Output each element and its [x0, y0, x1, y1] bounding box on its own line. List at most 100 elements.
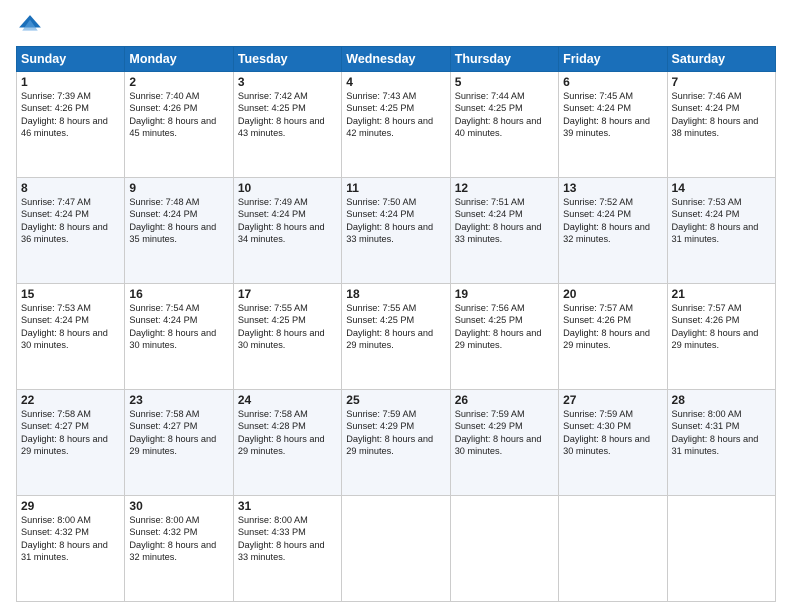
calendar-cell: 28Sunrise: 8:00 AMSunset: 4:31 PMDayligh… [667, 390, 775, 496]
calendar-cell: 8Sunrise: 7:47 AMSunset: 4:24 PMDaylight… [17, 178, 125, 284]
cell-info: Sunrise: 7:39 AMSunset: 4:26 PMDaylight:… [21, 90, 120, 140]
calendar-table: SundayMondayTuesdayWednesdayThursdayFrid… [16, 46, 776, 602]
calendar-cell: 7Sunrise: 7:46 AMSunset: 4:24 PMDaylight… [667, 72, 775, 178]
day-header-saturday: Saturday [667, 47, 775, 72]
day-number: 11 [346, 181, 445, 195]
calendar-cell: 21Sunrise: 7:57 AMSunset: 4:26 PMDayligh… [667, 284, 775, 390]
cell-info: Sunrise: 7:58 AMSunset: 4:27 PMDaylight:… [21, 408, 120, 458]
day-number: 28 [672, 393, 771, 407]
cell-info: Sunrise: 7:48 AMSunset: 4:24 PMDaylight:… [129, 196, 228, 246]
cell-info: Sunrise: 7:46 AMSunset: 4:24 PMDaylight:… [672, 90, 771, 140]
logo-icon [16, 12, 44, 40]
calendar-cell: 10Sunrise: 7:49 AMSunset: 4:24 PMDayligh… [233, 178, 341, 284]
page: SundayMondayTuesdayWednesdayThursdayFrid… [0, 0, 792, 612]
day-number: 23 [129, 393, 228, 407]
day-number: 12 [455, 181, 554, 195]
day-number: 26 [455, 393, 554, 407]
day-number: 18 [346, 287, 445, 301]
cell-info: Sunrise: 7:40 AMSunset: 4:26 PMDaylight:… [129, 90, 228, 140]
header [16, 12, 776, 40]
calendar-cell: 30Sunrise: 8:00 AMSunset: 4:32 PMDayligh… [125, 496, 233, 602]
calendar-cell: 25Sunrise: 7:59 AMSunset: 4:29 PMDayligh… [342, 390, 450, 496]
day-number: 13 [563, 181, 662, 195]
calendar-cell: 4Sunrise: 7:43 AMSunset: 4:25 PMDaylight… [342, 72, 450, 178]
calendar-cell: 15Sunrise: 7:53 AMSunset: 4:24 PMDayligh… [17, 284, 125, 390]
week-row-1: 1Sunrise: 7:39 AMSunset: 4:26 PMDaylight… [17, 72, 776, 178]
cell-info: Sunrise: 7:52 AMSunset: 4:24 PMDaylight:… [563, 196, 662, 246]
calendar-cell: 23Sunrise: 7:58 AMSunset: 4:27 PMDayligh… [125, 390, 233, 496]
day-header-tuesday: Tuesday [233, 47, 341, 72]
day-number: 17 [238, 287, 337, 301]
week-row-2: 8Sunrise: 7:47 AMSunset: 4:24 PMDaylight… [17, 178, 776, 284]
day-number: 24 [238, 393, 337, 407]
calendar-cell: 22Sunrise: 7:58 AMSunset: 4:27 PMDayligh… [17, 390, 125, 496]
day-number: 2 [129, 75, 228, 89]
cell-info: Sunrise: 7:43 AMSunset: 4:25 PMDaylight:… [346, 90, 445, 140]
cell-info: Sunrise: 7:44 AMSunset: 4:25 PMDaylight:… [455, 90, 554, 140]
calendar-cell: 3Sunrise: 7:42 AMSunset: 4:25 PMDaylight… [233, 72, 341, 178]
calendar-cell: 12Sunrise: 7:51 AMSunset: 4:24 PMDayligh… [450, 178, 558, 284]
calendar-cell: 31Sunrise: 8:00 AMSunset: 4:33 PMDayligh… [233, 496, 341, 602]
day-number: 6 [563, 75, 662, 89]
calendar-cell: 26Sunrise: 7:59 AMSunset: 4:29 PMDayligh… [450, 390, 558, 496]
week-row-5: 29Sunrise: 8:00 AMSunset: 4:32 PMDayligh… [17, 496, 776, 602]
calendar-cell: 29Sunrise: 8:00 AMSunset: 4:32 PMDayligh… [17, 496, 125, 602]
day-number: 9 [129, 181, 228, 195]
calendar-cell: 5Sunrise: 7:44 AMSunset: 4:25 PMDaylight… [450, 72, 558, 178]
day-number: 8 [21, 181, 120, 195]
day-header-sunday: Sunday [17, 47, 125, 72]
calendar-cell: 17Sunrise: 7:55 AMSunset: 4:25 PMDayligh… [233, 284, 341, 390]
cell-info: Sunrise: 8:00 AMSunset: 4:33 PMDaylight:… [238, 514, 337, 564]
day-number: 21 [672, 287, 771, 301]
day-number: 19 [455, 287, 554, 301]
cell-info: Sunrise: 7:58 AMSunset: 4:27 PMDaylight:… [129, 408, 228, 458]
day-header-monday: Monday [125, 47, 233, 72]
cell-info: Sunrise: 7:58 AMSunset: 4:28 PMDaylight:… [238, 408, 337, 458]
cell-info: Sunrise: 7:45 AMSunset: 4:24 PMDaylight:… [563, 90, 662, 140]
day-header-wednesday: Wednesday [342, 47, 450, 72]
day-number: 31 [238, 499, 337, 513]
calendar-cell [342, 496, 450, 602]
calendar-cell [559, 496, 667, 602]
cell-info: Sunrise: 7:59 AMSunset: 4:30 PMDaylight:… [563, 408, 662, 458]
week-row-4: 22Sunrise: 7:58 AMSunset: 4:27 PMDayligh… [17, 390, 776, 496]
calendar-cell: 13Sunrise: 7:52 AMSunset: 4:24 PMDayligh… [559, 178, 667, 284]
day-number: 20 [563, 287, 662, 301]
day-number: 5 [455, 75, 554, 89]
calendar-cell: 20Sunrise: 7:57 AMSunset: 4:26 PMDayligh… [559, 284, 667, 390]
calendar-cell: 24Sunrise: 7:58 AMSunset: 4:28 PMDayligh… [233, 390, 341, 496]
calendar-cell: 27Sunrise: 7:59 AMSunset: 4:30 PMDayligh… [559, 390, 667, 496]
day-number: 1 [21, 75, 120, 89]
cell-info: Sunrise: 7:53 AMSunset: 4:24 PMDaylight:… [672, 196, 771, 246]
cell-info: Sunrise: 7:59 AMSunset: 4:29 PMDaylight:… [346, 408, 445, 458]
cell-info: Sunrise: 8:00 AMSunset: 4:32 PMDaylight:… [21, 514, 120, 564]
cell-info: Sunrise: 7:59 AMSunset: 4:29 PMDaylight:… [455, 408, 554, 458]
calendar-cell: 19Sunrise: 7:56 AMSunset: 4:25 PMDayligh… [450, 284, 558, 390]
cell-info: Sunrise: 7:57 AMSunset: 4:26 PMDaylight:… [672, 302, 771, 352]
calendar-cell: 9Sunrise: 7:48 AMSunset: 4:24 PMDaylight… [125, 178, 233, 284]
logo [16, 12, 48, 40]
cell-info: Sunrise: 8:00 AMSunset: 4:31 PMDaylight:… [672, 408, 771, 458]
cell-info: Sunrise: 7:57 AMSunset: 4:26 PMDaylight:… [563, 302, 662, 352]
day-number: 15 [21, 287, 120, 301]
calendar-cell: 6Sunrise: 7:45 AMSunset: 4:24 PMDaylight… [559, 72, 667, 178]
day-number: 27 [563, 393, 662, 407]
day-number: 10 [238, 181, 337, 195]
day-number: 4 [346, 75, 445, 89]
cell-info: Sunrise: 7:50 AMSunset: 4:24 PMDaylight:… [346, 196, 445, 246]
day-number: 16 [129, 287, 228, 301]
calendar-cell: 18Sunrise: 7:55 AMSunset: 4:25 PMDayligh… [342, 284, 450, 390]
calendar-cell: 16Sunrise: 7:54 AMSunset: 4:24 PMDayligh… [125, 284, 233, 390]
cell-info: Sunrise: 7:55 AMSunset: 4:25 PMDaylight:… [238, 302, 337, 352]
day-number: 7 [672, 75, 771, 89]
calendar-cell: 1Sunrise: 7:39 AMSunset: 4:26 PMDaylight… [17, 72, 125, 178]
cell-info: Sunrise: 7:49 AMSunset: 4:24 PMDaylight:… [238, 196, 337, 246]
day-number: 22 [21, 393, 120, 407]
cell-info: Sunrise: 7:47 AMSunset: 4:24 PMDaylight:… [21, 196, 120, 246]
cell-info: Sunrise: 7:51 AMSunset: 4:24 PMDaylight:… [455, 196, 554, 246]
calendar-cell: 14Sunrise: 7:53 AMSunset: 4:24 PMDayligh… [667, 178, 775, 284]
week-row-3: 15Sunrise: 7:53 AMSunset: 4:24 PMDayligh… [17, 284, 776, 390]
day-number: 25 [346, 393, 445, 407]
cell-info: Sunrise: 7:54 AMSunset: 4:24 PMDaylight:… [129, 302, 228, 352]
day-header-thursday: Thursday [450, 47, 558, 72]
